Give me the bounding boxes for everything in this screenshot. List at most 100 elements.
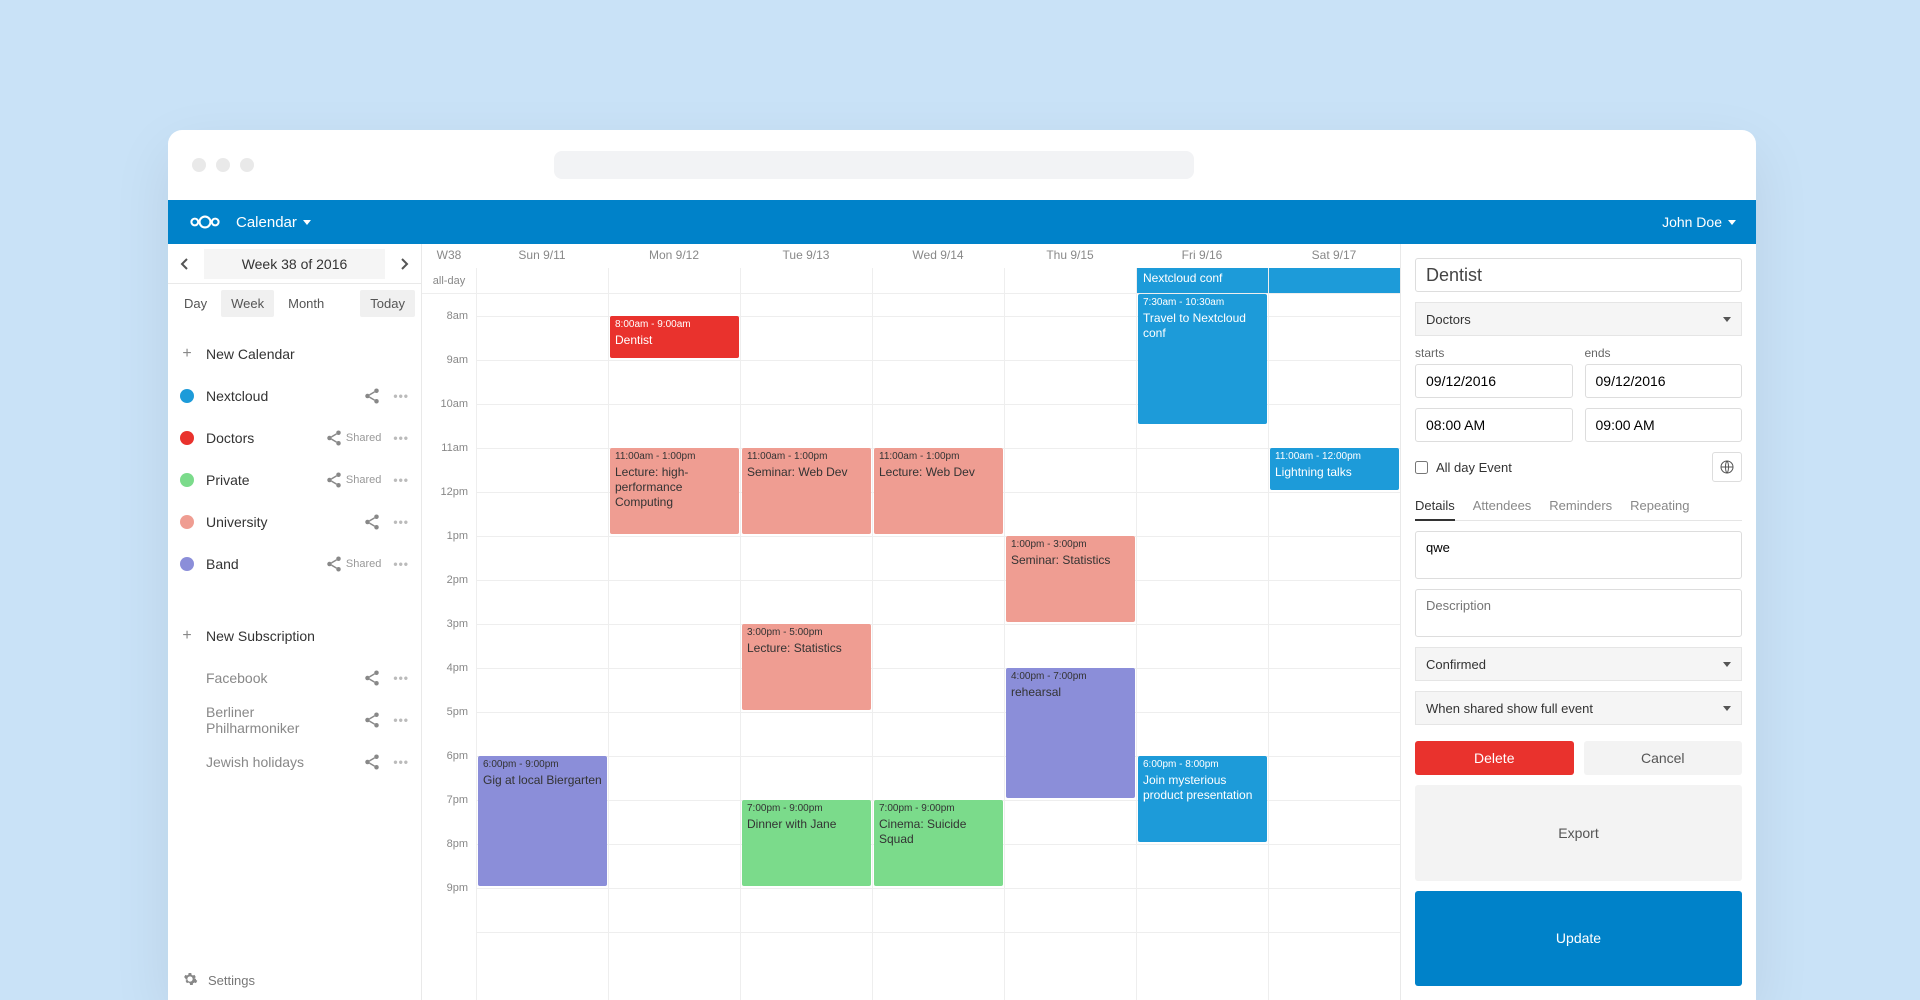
event-title: Gig at local Biergarten — [483, 773, 602, 788]
new-calendar-button[interactable]: +New Calendar — [168, 333, 421, 375]
color-dot-icon — [180, 557, 194, 571]
app-title[interactable]: Calendar — [236, 214, 311, 231]
timezone-button[interactable] — [1712, 452, 1742, 482]
calendar-event[interactable]: 6:00pm - 8:00pmJoin mysterious product p… — [1138, 756, 1267, 842]
end-date-input[interactable] — [1585, 364, 1743, 398]
visibility-select[interactable]: When shared show full event — [1415, 691, 1742, 725]
today-button[interactable]: Today — [360, 290, 415, 317]
tab-repeating[interactable]: Repeating — [1630, 492, 1689, 520]
allday-checkbox[interactable] — [1415, 461, 1428, 474]
subscription-label: Berliner Philharmoniker — [206, 704, 351, 736]
allday-cell[interactable] — [872, 268, 1004, 293]
more-button[interactable]: ••• — [393, 389, 409, 403]
status-select[interactable]: Confirmed — [1415, 647, 1742, 681]
subscription-item[interactable]: Berliner Philharmoniker ••• — [168, 699, 421, 741]
calendar-event[interactable]: 4:00pm - 7:00pmrehearsal — [1006, 668, 1135, 798]
export-button[interactable]: Export — [1415, 785, 1742, 881]
share-button[interactable]: Shared — [325, 555, 381, 573]
view-week[interactable]: Week — [221, 290, 274, 317]
more-button[interactable]: ••• — [393, 755, 409, 769]
share-button[interactable] — [363, 513, 381, 531]
user-menu[interactable]: John Doe — [1662, 214, 1736, 230]
day-column[interactable]: 6:00pm - 9:00pmGig at local Biergarten — [476, 294, 608, 1000]
address-bar[interactable] — [554, 151, 1194, 179]
calendar-event[interactable]: 11:00am - 12:00pmLightning talks — [1270, 448, 1399, 490]
event-title-input[interactable] — [1415, 258, 1742, 292]
description-input[interactable] — [1415, 589, 1742, 637]
calendar-item[interactable]: Private Shared ••• — [168, 459, 421, 501]
time-label: 10am — [422, 398, 476, 442]
view-month[interactable]: Month — [278, 290, 334, 317]
tab-attendees[interactable]: Attendees — [1473, 492, 1532, 520]
allday-cell[interactable] — [1268, 268, 1400, 293]
new-subscription-button[interactable]: +New Subscription — [168, 615, 421, 657]
calendar-event[interactable]: 11:00am - 1:00pmLecture: Web Dev — [874, 448, 1003, 534]
calendar-item[interactable]: Band Shared ••• — [168, 543, 421, 585]
event-time: 11:00am - 1:00pm — [615, 451, 734, 464]
day-column[interactable]: 11:00am - 1:00pmSeminar: Web Dev 3:00pm -… — [740, 294, 872, 1000]
next-week-button[interactable] — [389, 244, 421, 284]
more-button[interactable]: ••• — [393, 671, 409, 685]
event-title: Join mysterious product presentation — [1143, 773, 1262, 803]
tab-details[interactable]: Details — [1415, 492, 1455, 521]
calendar-event[interactable]: 11:00am - 1:00pmSeminar: Web Dev — [742, 448, 871, 534]
calendar-label: Nextcloud — [206, 388, 351, 404]
share-button[interactable] — [363, 753, 381, 771]
location-input[interactable]: qwe — [1415, 531, 1742, 579]
day-column[interactable]: 7:30am - 10:30amTravel to Nextcloud conf… — [1136, 294, 1268, 1000]
calendar-event[interactable]: 3:00pm - 5:00pmLecture: Statistics — [742, 624, 871, 710]
more-button[interactable]: ••• — [393, 473, 409, 487]
day-header: Thu 9/15 — [1004, 244, 1136, 268]
allday-cell[interactable] — [1004, 268, 1136, 293]
calendar-event[interactable]: 7:30am - 10:30amTravel to Nextcloud conf — [1138, 294, 1267, 424]
calendar-event[interactable]: 1:00pm - 3:00pmSeminar: Statistics — [1006, 536, 1135, 622]
allday-cell[interactable]: Nextcloud conf — [1136, 268, 1268, 293]
calendar-select[interactable]: Doctors — [1415, 302, 1742, 336]
event-title: Cinema: Suicide Squad — [879, 817, 998, 847]
prev-week-button[interactable] — [168, 244, 200, 284]
tab-reminders[interactable]: Reminders — [1549, 492, 1612, 520]
calendar-event[interactable]: 8:00am - 9:00amDentist — [610, 316, 739, 358]
share-button[interactable]: Shared — [325, 429, 381, 447]
calendar-event[interactable]: 11:00am - 1:00pmLecture: high-performanc… — [610, 448, 739, 534]
allday-label: All day Event — [1436, 460, 1512, 475]
more-button[interactable]: ••• — [393, 515, 409, 529]
week-title: Week 38 of 2016 — [204, 249, 385, 279]
more-button[interactable]: ••• — [393, 713, 409, 727]
share-button[interactable]: Shared — [325, 471, 381, 489]
event-title: Travel to Nextcloud conf — [1143, 311, 1262, 341]
day-column[interactable]: 11:00am - 1:00pmLecture: Web Dev 7:00pm -… — [872, 294, 1004, 1000]
more-button[interactable]: ••• — [393, 431, 409, 445]
event-time: 7:30am - 10:30am — [1143, 297, 1262, 310]
view-day[interactable]: Day — [174, 290, 217, 317]
end-time-input[interactable] — [1585, 408, 1743, 442]
event-title: Lecture: high-performance Computing — [615, 465, 734, 510]
day-column[interactable]: 8:00am - 9:00amDentist 11:00am - 1:00pmLe… — [608, 294, 740, 1000]
calendar-item[interactable]: Nextcloud ••• — [168, 375, 421, 417]
share-button[interactable] — [363, 711, 381, 729]
start-date-input[interactable] — [1415, 364, 1573, 398]
delete-button[interactable]: Delete — [1415, 741, 1574, 775]
calendar-item[interactable]: Doctors Shared ••• — [168, 417, 421, 459]
update-button[interactable]: Update — [1415, 891, 1742, 987]
cancel-button[interactable]: Cancel — [1584, 741, 1743, 775]
calendar-item[interactable]: University ••• — [168, 501, 421, 543]
day-column[interactable]: 1:00pm - 3:00pmSeminar: Statistics 4:00pm… — [1004, 294, 1136, 1000]
share-button[interactable] — [363, 387, 381, 405]
allday-cell[interactable] — [608, 268, 740, 293]
start-time-input[interactable] — [1415, 408, 1573, 442]
calendar-event[interactable]: 7:00pm - 9:00pmDinner with Jane — [742, 800, 871, 886]
color-dot-icon — [180, 389, 194, 403]
settings-button[interactable]: Settings — [168, 961, 421, 1000]
calendar-event[interactable]: 7:00pm - 9:00pmCinema: Suicide Squad — [874, 800, 1003, 886]
day-header: Wed 9/14 — [872, 244, 1004, 268]
subscription-item[interactable]: Jewish holidays ••• — [168, 741, 421, 783]
day-column[interactable]: 11:00am - 12:00pmLightning talks — [1268, 294, 1400, 1000]
allday-cell[interactable] — [740, 268, 872, 293]
share-button[interactable] — [363, 669, 381, 687]
time-label: 3pm — [422, 618, 476, 662]
more-button[interactable]: ••• — [393, 557, 409, 571]
subscription-item[interactable]: Facebook ••• — [168, 657, 421, 699]
allday-cell[interactable] — [476, 268, 608, 293]
calendar-event[interactable]: 6:00pm - 9:00pmGig at local Biergarten — [478, 756, 607, 886]
